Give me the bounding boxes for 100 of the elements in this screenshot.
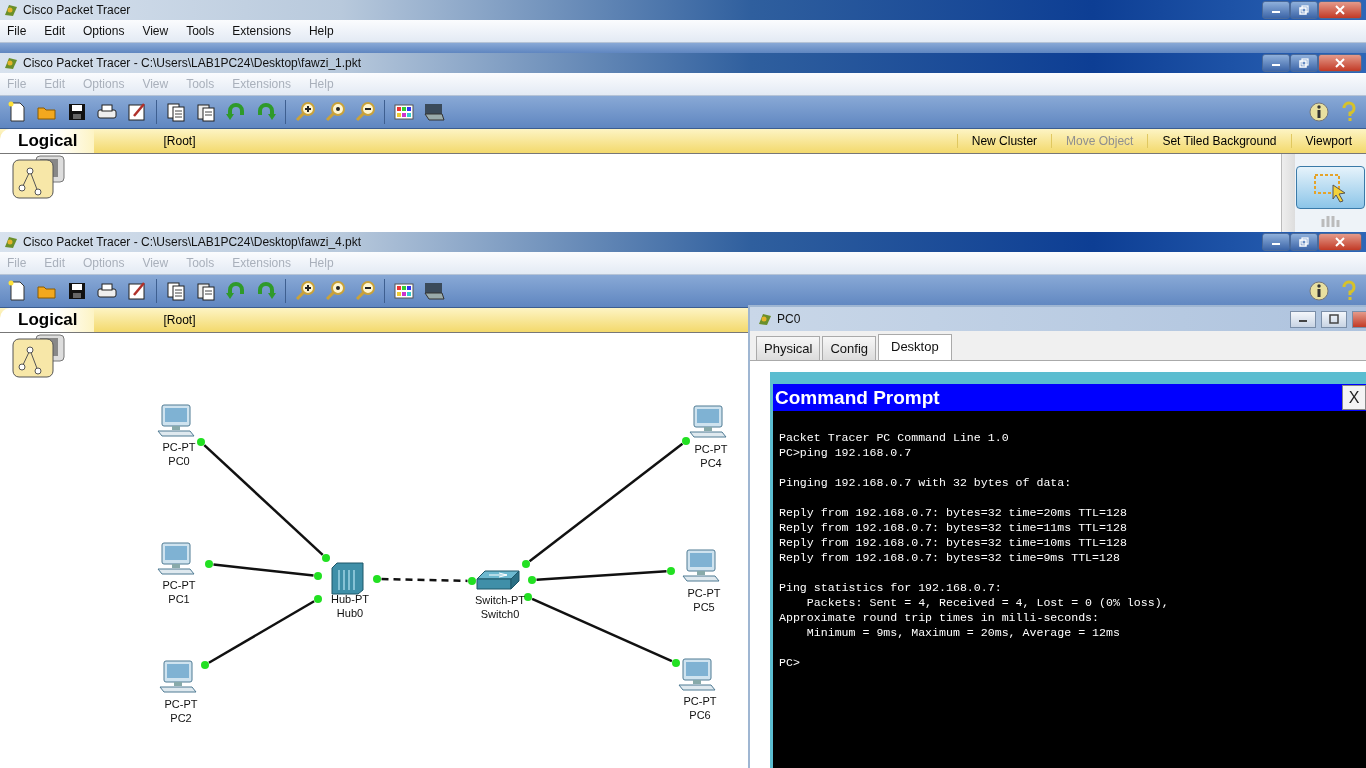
root-path: [Root] [163,134,196,148]
device-name-label: Hub0 [336,606,364,619]
minimize-button[interactable] [1262,54,1290,72]
terminal-line: Pinging 192.168.0.7 with 32 bytes of data: [779,476,1072,489]
minimize-button[interactable] [1262,1,1290,19]
app-logo-icon [4,56,18,70]
restore-button[interactable] [1290,54,1318,72]
device-model-label: PC-PT [683,694,717,707]
copy-icon[interactable] [165,101,187,123]
cable-line[interactable] [203,444,324,556]
menu-item[interactable]: Help [308,24,334,38]
restore-icon [1299,58,1309,68]
zoom-reset-icon[interactable] [324,101,346,123]
cable-line[interactable] [531,597,673,663]
terminal-line: Reply from 192.168.0.7: bytes=32 time=11ms TTL=128 [779,521,1127,534]
window-title: Cisco Packet Tracer [23,3,131,17]
terminal-line: Packets: Sent = 4, Received = 4, Lost = 0 (0% loss), [805,596,1169,609]
select-tool-button[interactable] [1296,166,1365,209]
logical-tab[interactable]: Logical [0,308,94,332]
app-logo-icon [4,3,18,17]
menu-item[interactable]: File [7,24,27,38]
pencil-note-icon[interactable] [126,280,148,302]
menu-item[interactable]: View [142,24,169,38]
close-button[interactable] [1352,310,1366,328]
minimize-button[interactable] [1262,233,1290,251]
terminal-line: Packet Tracer PC Command Line 1.0 [779,431,1009,444]
window-title: PC0 [777,312,801,326]
zoom-out-icon[interactable] [354,280,376,302]
info-icon[interactable] [1308,280,1330,302]
terminal-line: Approximate round trip times in milli-seconds: [779,611,1100,624]
terminal-line: Reply from 192.168.0.7: bytes=32 time=20ms TTL=128 [779,506,1127,519]
toolbar-action[interactable]: Set Tiled Background [1147,134,1291,148]
palette-icon[interactable] [393,101,415,123]
new-file-icon[interactable] [6,280,28,302]
device-model-label: PC-PT [687,586,721,599]
cable-line[interactable] [528,442,684,563]
menu-item[interactable]: Edit [44,24,66,38]
app-logo-icon [758,312,772,326]
zoom-reset-icon[interactable] [324,280,346,302]
hub-icon[interactable] [331,562,364,595]
minimize-button[interactable] [1290,310,1316,328]
device-model-label: PC-PT [162,440,196,453]
device-model-label: PC-PT [162,578,196,591]
close-button[interactable] [1318,1,1362,19]
terminal-line: Minimum = 9ms, Maximum = 20ms, Average = 12ms [805,626,1120,639]
close-button[interactable] [1318,233,1362,251]
device-name-label: PC0 [168,454,190,467]
logical-tab[interactable]: Logical [0,129,94,153]
terminal-line: Reply from 192.168.0.7: bytes=32 time=10ms TTL=128 [779,536,1127,549]
restore-button[interactable] [1321,310,1347,328]
cable-line[interactable] [381,577,468,583]
close-button[interactable] [1318,54,1362,72]
device-icon[interactable] [423,280,445,302]
device-name-label: PC5 [693,600,715,613]
terminal-line: PC> [779,656,800,669]
restore-button[interactable] [1290,233,1318,251]
device-name-label: PC6 [689,708,711,721]
cable-line[interactable] [536,570,667,581]
device-name-label: PC4 [700,456,722,469]
zoom-in-icon[interactable] [294,101,316,123]
restore-button[interactable] [1290,1,1318,19]
save-icon[interactable] [66,280,88,302]
toolbar-action[interactable]: New Cluster [956,134,1052,148]
new-file-icon[interactable] [6,101,28,123]
restore-icon [1299,5,1309,15]
device-model-label: PC-PT [164,697,198,710]
menu-item[interactable]: Options [83,24,125,38]
copy-icon[interactable] [165,280,187,302]
command-prompt-title: Command Prompt [775,386,940,409]
close-icon [1334,5,1346,15]
zoom-in-icon[interactable] [294,280,316,302]
vertical-scrollbar[interactable] [1281,154,1295,232]
toolbar-action[interactable]: Viewport [1290,134,1366,148]
device-name-label: PC2 [170,711,192,724]
cable-line[interactable] [208,600,315,664]
device-model-label: Switch-PT [474,593,526,606]
window-title: Cisco Packet Tracer - C:\Users\LAB1PC24\Desktop\fawzi_4.pkt [23,235,362,249]
info-icon[interactable] [1308,101,1330,123]
terminal-line: Ping statistics for 192.168.0.7: [779,581,1002,594]
pencil-note-icon[interactable] [126,101,148,123]
root-path: [Root] [163,313,196,327]
menu-item[interactable]: Tools [186,24,215,38]
device-name-label: Switch0 [480,607,520,620]
paste-icon[interactable] [195,280,217,302]
tab[interactable]: Desktop [878,334,952,360]
restore-icon [1299,237,1309,247]
device-icon[interactable] [423,101,445,123]
close-button[interactable]: X [1342,385,1366,410]
zoom-out-icon[interactable] [354,101,376,123]
save-icon[interactable] [66,101,88,123]
paste-icon[interactable] [195,101,217,123]
palette-icon[interactable] [393,280,415,302]
tab[interactable]: Config [822,336,876,360]
terminal-line: Reply from 192.168.0.7: bytes=32 time=9ms TTL=128 [779,551,1120,564]
tab[interactable]: Physical [756,336,821,360]
menu-item[interactable]: Extensions [232,24,291,38]
close-icon [1334,237,1346,247]
cable-line[interactable] [213,563,314,577]
switch-icon[interactable] [476,570,520,590]
device-model-label: PC-PT [694,442,728,455]
